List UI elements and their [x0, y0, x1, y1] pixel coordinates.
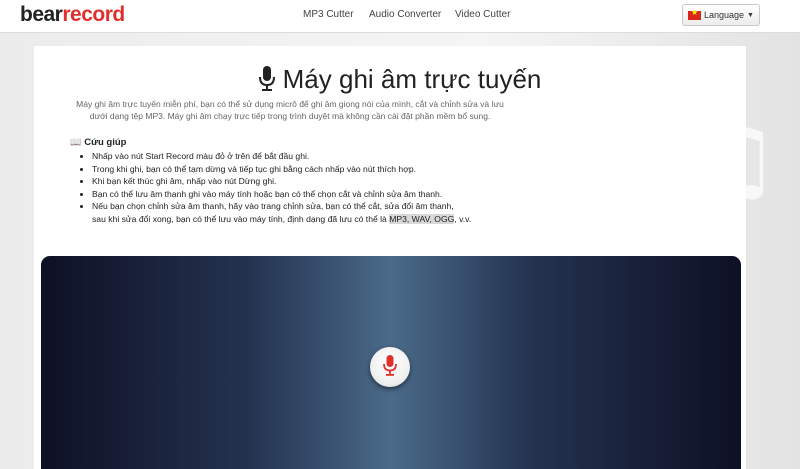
- language-label: Language: [704, 10, 745, 20]
- nav-mp3-cutter[interactable]: MP3 Cutter: [303, 9, 354, 20]
- start-record-button[interactable]: [370, 347, 410, 387]
- help-title: Cứu giúp: [84, 137, 127, 148]
- intro-line: Máy ghi âm trực tuyến miễn phí, bạn có t…: [76, 99, 504, 109]
- microphone-icon: [258, 66, 275, 99]
- format-list: MP3, WAV, OGG: [389, 213, 455, 224]
- nav-audio-converter[interactable]: Audio Converter: [369, 9, 441, 20]
- vietnam-flag-icon: [688, 8, 701, 20]
- caret-down-icon: ▼: [747, 11, 754, 19]
- help-item: Trong khi ghi, bạn có thể tạm dừng và ti…: [92, 163, 540, 176]
- microphone-icon: [382, 354, 398, 380]
- help-item: Khi bạn kết thúc ghi âm, nhấp vào nút Dừ…: [92, 175, 540, 188]
- help-item: Nhấp vào nút Start Record màu đỏ ở trên …: [92, 150, 540, 163]
- main-nav: MP3 Cutter Audio Converter Video Cutter: [0, 9, 800, 25]
- help-section: 📖 Cứu giúp Nhấp vào nút Start Record màu…: [70, 137, 540, 225]
- help-list: Nhấp vào nút Start Record màu đỏ ở trên …: [70, 150, 540, 225]
- nav-video-cutter[interactable]: Video Cutter: [455, 9, 510, 20]
- help-item-text: , v.v.: [454, 213, 472, 224]
- help-item: Bạn có thể lưu âm thanh ghi vào máy tính…: [92, 188, 540, 201]
- intro-text: Máy ghi âm trực tuyến miễn phí, bạn có t…: [55, 99, 525, 122]
- page-title: Máy ghi âm trực tuyến: [0, 64, 800, 99]
- help-heading: 📖 Cứu giúp: [70, 137, 540, 148]
- help-item-text: sau khi sửa đổi xong, bạn có thể lưu vào…: [92, 213, 387, 224]
- top-navbar: bearrecord MP3 Cutter Audio Converter Vi…: [0, 0, 800, 33]
- page-title-text: Máy ghi âm trực tuyến: [282, 64, 542, 94]
- book-icon: 📖: [70, 137, 82, 147]
- language-dropdown[interactable]: Language ▼: [682, 4, 760, 26]
- help-item: Nếu bạn chọn chỉnh sửa âm thanh, hãy vào…: [92, 200, 540, 225]
- intro-line: dưới dạng tệp MP3. Máy ghi âm chạy trực …: [89, 110, 491, 121]
- help-item-text: Nếu bạn chọn chỉnh sửa âm thanh, hãy vào…: [92, 201, 454, 211]
